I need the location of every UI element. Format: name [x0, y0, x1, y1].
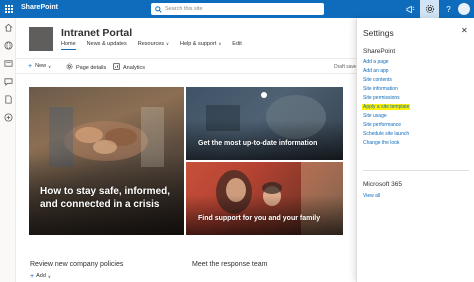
analytics-icon	[113, 63, 120, 72]
analytics-label: Analytics	[123, 64, 146, 71]
settings-icon[interactable]	[420, 0, 439, 18]
nav-label: Home	[61, 41, 76, 47]
document-icon[interactable]	[3, 94, 13, 104]
nav-item-help[interactable]: Help & support ∨	[180, 41, 221, 47]
settings-panel: Settings ✕ SharePoint Add a page Add an …	[356, 18, 474, 282]
hero-top-right-title: Get the most up-to-date information	[198, 140, 318, 147]
chevron-down-icon: ∨	[47, 273, 51, 279]
link-view-all[interactable]: View all	[363, 193, 380, 199]
link-site-information[interactable]: Site information	[363, 86, 398, 92]
add-button[interactable]: + Add ∨	[30, 272, 51, 280]
settings-title: Settings	[363, 28, 394, 38]
sharepoint-heading: SharePoint	[363, 48, 396, 55]
help-icon[interactable]: ?	[439, 0, 458, 18]
hero-tile-top-right[interactable]: Get the most up-to-date information	[186, 87, 343, 160]
plus-icon: +	[28, 62, 33, 70]
site-logo[interactable]	[29, 27, 53, 51]
section-title-team: Meet the response team	[192, 261, 268, 268]
chevron-down-icon: ∨	[218, 41, 222, 46]
new-button[interactable]: + New ∨	[28, 62, 52, 70]
chat-icon[interactable]	[3, 76, 13, 86]
panel-divider	[363, 170, 469, 171]
chevron-down-icon: ∨	[166, 41, 169, 46]
new-label: New	[35, 63, 47, 69]
link-apply-site-template[interactable]: Apply a site template	[362, 104, 411, 110]
nav-label: Edit	[232, 41, 242, 47]
app-name[interactable]: SharePoint	[21, 4, 58, 11]
link-site-contents[interactable]: Site contents	[363, 77, 392, 83]
nav-label: News & updates	[86, 41, 127, 47]
m365-heading: Microsoft 365	[363, 181, 403, 188]
close-icon[interactable]: ✕	[461, 26, 468, 35]
plus-icon: +	[30, 272, 35, 280]
link-add-page[interactable]: Add a page	[363, 59, 389, 65]
nav-label: Help & support	[179, 41, 217, 47]
hero-web-part: How to stay safe, informed, and connecte…	[29, 87, 343, 235]
command-bar: + New ∨ Page details Analytics Draft sav…	[16, 58, 364, 74]
megaphone-icon[interactable]	[401, 0, 420, 18]
hero-bottom-right-title: Find support for you and your family	[198, 215, 321, 222]
app-rail	[0, 18, 16, 282]
add-label: Add	[36, 273, 46, 279]
site-title[interactable]: Intranet Portal	[61, 27, 132, 39]
hero-tile-bottom-right[interactable]: Find support for you and your family	[186, 162, 343, 235]
link-add-app[interactable]: Add an app	[363, 68, 389, 74]
avatar[interactable]	[458, 3, 470, 15]
link-change-the-look[interactable]: Change the look	[363, 140, 399, 146]
nav-item-resources[interactable]: Resources ∨	[138, 41, 169, 47]
chevron-down-icon: ∨	[48, 63, 52, 69]
hero-tile-main[interactable]: How to stay safe, informed, and connecte…	[29, 87, 184, 235]
link-site-performance[interactable]: Site performance	[363, 122, 401, 128]
add-icon[interactable]	[3, 112, 13, 122]
globe-icon[interactable]	[3, 40, 13, 50]
hero-main-title: How to stay safe, informed, and connecte…	[40, 186, 171, 210]
nav-item-home[interactable]: Home	[61, 41, 76, 50]
search-input[interactable]	[165, 6, 315, 12]
news-icon[interactable]	[3, 58, 13, 68]
link-schedule-site-launch[interactable]: Schedule site launch	[363, 131, 409, 137]
suite-bar: SharePoint ?	[0, 0, 474, 18]
page-details-label: Page details	[76, 64, 107, 71]
site-navigation: Home News & updates Resources ∨ Help & su…	[61, 41, 253, 50]
waffle-icon[interactable]	[0, 0, 18, 18]
analytics-button[interactable]: Analytics	[113, 63, 145, 72]
nav-item-edit[interactable]: Edit	[232, 41, 241, 47]
link-site-usage[interactable]: Site usage	[363, 113, 387, 119]
home-icon[interactable]	[3, 22, 13, 32]
nav-label: Resources	[137, 41, 165, 47]
page-details-button[interactable]: Page details	[66, 63, 106, 72]
gear-icon	[66, 63, 73, 72]
nav-item-news[interactable]: News & updates	[87, 41, 127, 47]
search-icon	[151, 3, 165, 15]
section-title-policies: Review new company policies	[30, 261, 124, 268]
link-site-permissions[interactable]: Site permissions	[363, 95, 400, 101]
search-box[interactable]	[151, 3, 324, 15]
